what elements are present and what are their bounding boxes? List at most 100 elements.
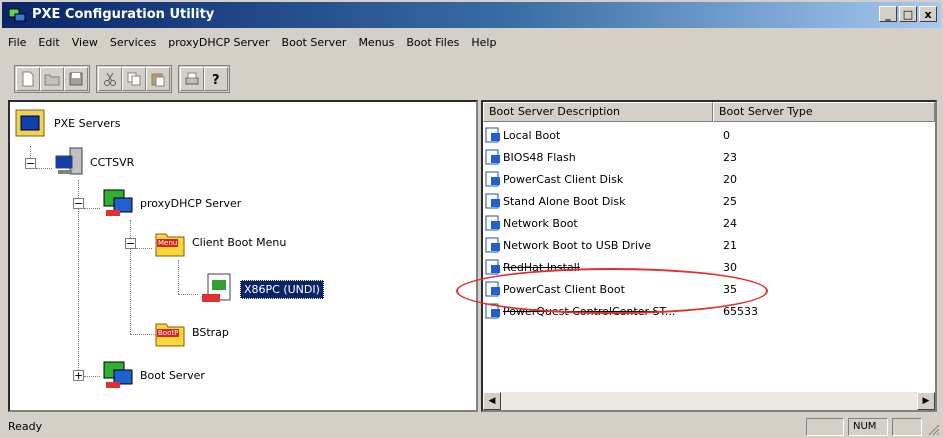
maximize-button[interactable]: □ [899,6,917,22]
open-button[interactable] [40,67,64,91]
menu-boot-files[interactable]: Boot Files [400,36,465,49]
list-row[interactable]: RedHat Install 30 [483,256,935,278]
row-description: PowerCast Client Disk [503,172,624,186]
menu-file[interactable]: File [2,36,32,49]
tree-node-boot-server[interactable]: Boot Server [102,360,205,390]
boot-server-icon [103,361,133,388]
collapse-icon[interactable]: − [73,198,84,209]
folder-menu-icon: Menu [154,226,186,258]
menu-proxydhcp-server[interactable]: proxyDHCP Server [162,36,275,49]
application-window: PXE Configuration Utility _ □ x File Edi… [0,0,943,438]
help-icon: ? [212,73,220,87]
row-type: 20 [723,172,737,186]
list-row[interactable]: Local Boot 0 [483,124,935,146]
paste-icon [151,73,165,87]
row-description: PowerCast Client Boot [503,282,625,296]
row-type: 65533 [723,304,758,318]
proxydhcp-server-icon [103,189,133,216]
collapse-icon[interactable]: − [25,158,36,169]
boot-entry-icon [485,171,500,187]
scroll-right-icon[interactable]: ▶ [917,392,935,410]
menu-help[interactable]: Help [465,36,502,49]
tree-node-bstrap[interactable]: BootP BStrap [154,316,229,348]
num-lock-indicator: NUM [848,418,888,436]
server-computer-icon [55,147,83,175]
app-icon [8,7,26,23]
svg-text:?: ? [212,73,220,87]
row-description: RedHat Install [503,260,580,274]
cut-icon [104,72,116,86]
window-title: PXE Configuration Utility [32,7,215,22]
list-row[interactable]: BIOS48 Flash 23 [483,146,935,168]
row-description: Local Boot [503,128,561,142]
tree-node-proxydhcp-server[interactable]: proxyDHCP Server [102,188,241,218]
help-button[interactable]: ? [204,67,228,91]
paste-button[interactable] [146,67,170,91]
minimize-button[interactable]: _ [879,6,897,22]
row-description: Network Boot [503,216,578,230]
column-header-type[interactable]: Boot Server Type [713,102,935,122]
boot-entry-icon [485,149,500,165]
print-button[interactable] [180,67,204,91]
tree-label: Client Boot Menu [192,235,287,249]
list-row[interactable]: Network Boot 24 [483,212,935,234]
expand-icon[interactable]: + [73,370,84,381]
status-text: Ready [8,420,43,433]
tree-node-pxe-servers[interactable]: PXE Servers [14,106,120,140]
row-description: Network Boot to USB Drive [503,238,652,252]
menu-bar: File Edit View Services proxyDHCP Server… [2,30,941,54]
close-button[interactable]: x [919,6,937,22]
menu-services[interactable]: Services [104,36,162,49]
collapse-icon[interactable]: − [125,238,136,249]
horizontal-scrollbar[interactable]: ◀ ▶ [483,392,935,410]
boot-server-list[interactable]: Boot Server Description Boot Server Type… [481,100,937,412]
new-file-icon [22,71,34,87]
tree-node-x86pc-undi[interactable]: X86PC (UNDI) [200,272,324,306]
open-folder-icon [44,74,60,86]
copy-button[interactable] [122,67,146,91]
cut-button[interactable] [98,67,122,91]
tree-label: PXE Servers [54,116,121,130]
copy-icon [127,72,141,86]
tree-node-client-boot-menu[interactable]: Menu Client Boot Menu [154,226,286,258]
menu-menus[interactable]: Menus [352,36,400,49]
save-button[interactable] [64,67,88,91]
boot-entry-icon [485,237,500,253]
list-row[interactable]: PowerCast Client Disk 20 [483,168,935,190]
list-row[interactable]: Network Boot to USB Drive 21 [483,234,935,256]
row-type: 21 [723,238,737,252]
boot-entry-icon [485,193,500,209]
tree-node-cctsvr[interactable]: CCTSVR [54,146,134,178]
tree-connector [84,208,100,209]
bootp-badge: BootP [157,329,180,337]
tree-label-selected: X86PC (UNDI) [240,279,324,299]
menu-edit[interactable]: Edit [32,36,65,49]
resize-grip-icon[interactable] [926,422,940,436]
boot-entry-icon [485,127,500,143]
column-header-description[interactable]: Boot Server Description [483,102,713,122]
tree-label: BStrap [192,325,229,339]
folder-bootp-icon: BootP [154,316,186,348]
menu-badge: Menu [157,239,179,247]
status-cell-empty [806,418,844,436]
new-button[interactable] [16,67,40,91]
menu-boot-server[interactable]: Boot Server [276,36,353,49]
toolbar: ? [14,64,230,94]
tree-view[interactable]: PXE Servers − CCTSVR − proxyDHCP Server … [8,100,478,412]
list-header: Boot Server Description Boot Server Type [483,102,935,122]
title-bar[interactable]: PXE Configuration Utility _ □ x [2,2,941,28]
tree-label: proxyDHCP Server [140,196,242,210]
save-icon [69,72,83,86]
menu-view[interactable]: View [66,36,104,49]
row-description: Stand Alone Boot Disk [503,194,626,208]
status-cell-empty [892,418,922,436]
list-row[interactable]: Stand Alone Boot Disk 25 [483,190,935,212]
scroll-left-icon[interactable]: ◀ [483,392,501,410]
status-bar: Ready NUM [0,416,943,438]
tree-connector [178,260,179,294]
row-type: 24 [723,216,737,230]
list-row[interactable]: PowerQuest ControlCenter ST... 65533 [483,300,935,322]
tree-connector [36,168,52,169]
list-row[interactable]: PowerCast Client Boot 35 [483,278,935,300]
row-type: 23 [723,150,737,164]
